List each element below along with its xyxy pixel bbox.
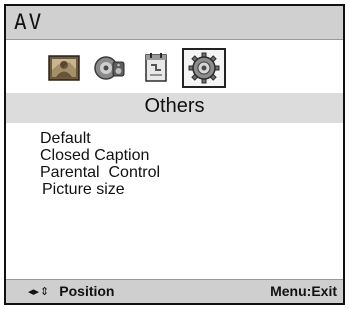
tab-picture[interactable] [42,48,86,88]
osd-menu-window: AV Others Default Closed Caption Parenta… [4,4,345,305]
position-label: Position [59,283,115,299]
title-bar: AV [6,6,343,40]
menu-item-closed-caption[interactable]: Closed Caption [40,147,320,164]
time-icon [145,53,167,82]
tab-others[interactable] [182,48,226,88]
menu-list: Default Closed Caption Parental Control … [40,130,320,198]
picture-icon [48,55,80,81]
section-header: Others [6,93,343,123]
menu-exit-hint: Menu:Exit [270,283,337,299]
menu-item-picture-size[interactable]: Picture size [40,181,320,198]
section-title: Others [144,95,205,117]
menu-tab-row [6,41,343,93]
up-down-arrow-icon: ⇕ [40,284,50,298]
gear-icon [188,52,220,84]
left-right-arrow-icon: ◂▸ [28,284,40,298]
position-hint: ◂▸ ⇕ Position [28,283,115,299]
sound-icon [94,56,125,80]
tab-time[interactable] [134,48,178,88]
menu-item-default[interactable]: Default [40,130,320,147]
tab-sound[interactable] [88,48,132,88]
footer-hint-bar: ◂▸ ⇕ Position Menu:Exit [6,279,343,303]
menu-item-parental-control[interactable]: Parental Control [40,164,320,181]
input-source-title: AV [14,10,44,34]
